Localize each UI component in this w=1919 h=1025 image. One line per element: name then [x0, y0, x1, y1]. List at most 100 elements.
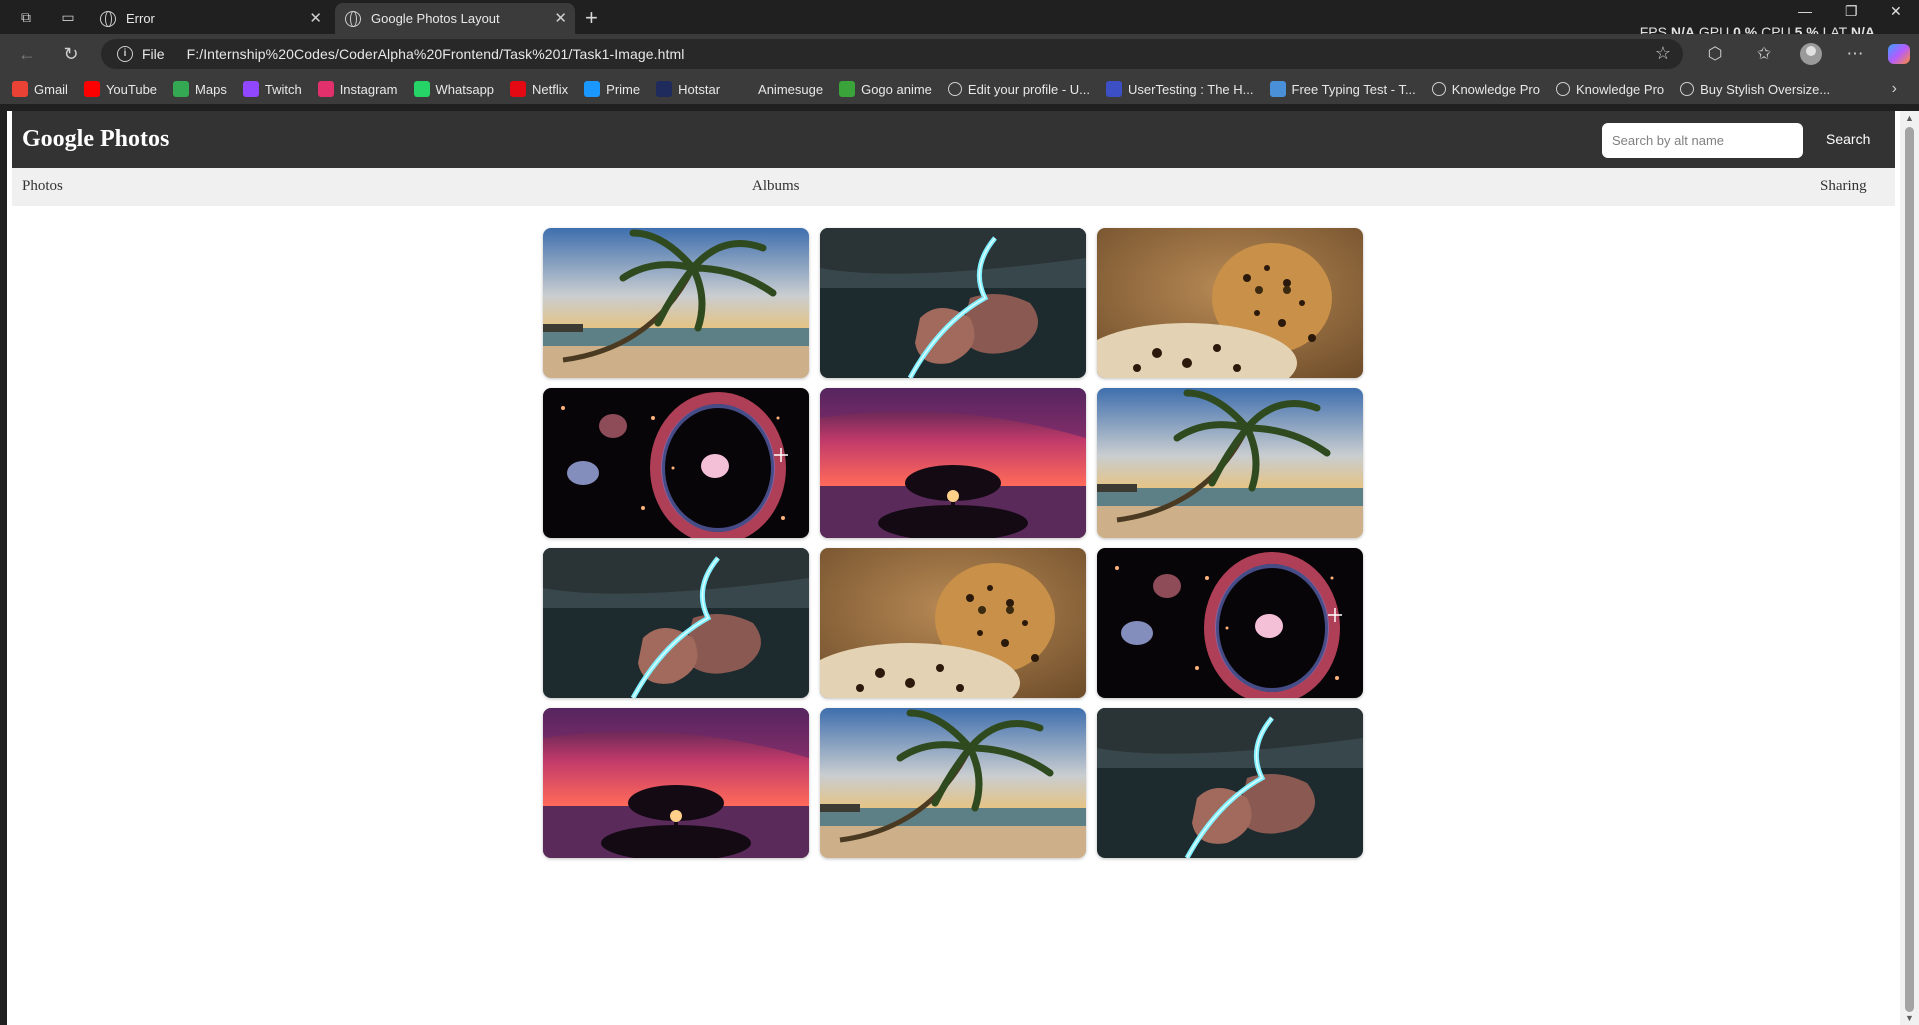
- favorites-icon[interactable]: ✩: [1752, 42, 1776, 66]
- tab-title: Google Photos Layout: [371, 11, 500, 26]
- photo-sunset-tree[interactable]: [543, 708, 809, 858]
- bookmark-label: UserTesting : The H...: [1128, 81, 1254, 97]
- nav-albums[interactable]: Albums: [752, 178, 800, 195]
- window-close-icon[interactable]: ✕: [1890, 3, 1902, 20]
- photo-galaxy[interactable]: [543, 388, 809, 538]
- twitch-icon: [242, 81, 259, 97]
- back-arrow-icon[interactable]: ←: [14, 42, 40, 66]
- browser-toolbar: ← ↻ i File F:/Internship%20Codes/CoderAl…: [0, 34, 1919, 74]
- bookmark-label: Whatsapp: [435, 81, 495, 97]
- globe-icon: [947, 82, 962, 96]
- bookmark-label: Knowledge Pro: [1575, 81, 1665, 97]
- url-text[interactable]: F:/Internship%20Codes/CoderAlpha%20Front…: [187, 46, 685, 62]
- instagram-icon: [317, 81, 334, 97]
- site-nav: Photos Albums Sharing: [12, 168, 1895, 206]
- bookmark-item[interactable]: Hotstar: [656, 78, 720, 100]
- bookmark-item[interactable]: Knowledge Pro: [1431, 78, 1540, 100]
- usertesting-icon: [1106, 81, 1123, 97]
- bookmark-item[interactable]: Free Typing Test - T...: [1269, 78, 1416, 100]
- bookmark-item[interactable]: Gmail: [12, 78, 68, 100]
- search-input[interactable]: [1602, 123, 1803, 158]
- globe-icon: [1431, 82, 1446, 96]
- prime-icon: [584, 81, 601, 97]
- bookmark-item[interactable]: Whatsapp: [413, 78, 495, 100]
- photo-leopard[interactable]: [820, 548, 1086, 698]
- bookmark-label: Gmail: [34, 81, 68, 97]
- address-bar[interactable]: i File F:/Internship%20Codes/CoderAlpha%…: [101, 39, 1683, 69]
- bookmark-item[interactable]: Maps: [173, 78, 227, 100]
- gmail-icon: [12, 81, 28, 97]
- bookmark-item[interactable]: Buy Stylish Oversize...: [1680, 78, 1830, 100]
- animesuge-icon: [736, 81, 753, 97]
- bookmark-item[interactable]: Twitch: [242, 78, 302, 100]
- scroll-up-icon[interactable]: ▲: [1905, 113, 1914, 123]
- maps-icon: [173, 81, 190, 97]
- extensions-icon[interactable]: ⬡: [1703, 42, 1727, 66]
- tab-google-photos-layout[interactable]: Google Photos Layout ✕: [335, 3, 575, 34]
- page-title: Google Photos: [22, 126, 170, 152]
- photo-grid: [543, 228, 1363, 858]
- browser-tab-strip: ⧉ ▭ Error ✕ Google Photos Layout ✕ + FPS…: [0, 0, 1919, 40]
- url-scheme: File: [142, 46, 165, 62]
- profile-avatar[interactable]: [1800, 43, 1822, 65]
- bookmark-item[interactable]: Netflix: [510, 78, 568, 100]
- globe-icon: [100, 10, 116, 27]
- photo-glowing-river[interactable]: [820, 228, 1086, 378]
- tab-actions-icon[interactable]: ▭: [58, 7, 78, 27]
- bookmark-label: Hotstar: [678, 81, 721, 97]
- bookmark-label: Knowledge Pro: [1451, 81, 1540, 97]
- typing-icon: [1269, 81, 1286, 97]
- photo-glowing-river[interactable]: [543, 548, 809, 698]
- photo-sunset-tree[interactable]: [820, 388, 1086, 538]
- photo-palm-beach[interactable]: [543, 228, 809, 378]
- favorite-star-icon[interactable]: ☆: [1655, 43, 1671, 64]
- photo-galaxy[interactable]: [1097, 548, 1363, 698]
- bookmark-item[interactable]: Knowledge Pro: [1555, 78, 1665, 100]
- globe-icon: [1680, 82, 1695, 96]
- bookmark-label: Edit your profile - U...: [967, 81, 1091, 97]
- workspaces-icon[interactable]: ⧉: [16, 7, 36, 27]
- bookmark-item[interactable]: UserTesting : The H...: [1106, 78, 1254, 100]
- reload-icon[interactable]: ↻: [58, 42, 84, 66]
- new-tab-icon[interactable]: +: [585, 5, 598, 31]
- web-page: Google Photos Search Photos Albums Shari…: [7, 111, 1900, 1025]
- bookmark-item[interactable]: Gogo anime: [839, 78, 932, 100]
- photo-palm-beach[interactable]: [1097, 388, 1363, 538]
- netflix-icon: [510, 81, 527, 97]
- bookmark-label: Instagram: [339, 81, 398, 97]
- hotstar-icon: [656, 81, 673, 97]
- bookmark-item[interactable]: Prime: [584, 78, 640, 100]
- minimize-icon[interactable]: —: [1798, 3, 1812, 19]
- close-icon[interactable]: ✕: [309, 9, 322, 27]
- bookmark-label: Twitch: [264, 81, 302, 97]
- gogoanime-icon: [839, 81, 856, 97]
- youtube-icon: [83, 81, 100, 97]
- nav-photos[interactable]: Photos: [22, 178, 63, 195]
- bookmark-item[interactable]: Animesuge: [736, 78, 823, 100]
- bookmark-label: Maps: [195, 81, 227, 97]
- photo-glowing-river[interactable]: [1097, 708, 1363, 858]
- tab-title: Error: [126, 11, 155, 26]
- bookmark-item[interactable]: Instagram: [317, 78, 398, 100]
- bookmark-label: Gogo anime: [861, 81, 932, 97]
- bookmarks-bar: Gmail YouTube Maps Twitch Instagram Whatsapp N…: [0, 74, 1919, 104]
- tab-error[interactable]: Error ✕: [90, 3, 330, 34]
- info-icon[interactable]: i: [117, 46, 133, 62]
- more-menu-icon[interactable]: ⋯: [1843, 42, 1867, 66]
- photo-palm-beach[interactable]: [820, 708, 1086, 858]
- nav-sharing[interactable]: Sharing: [1820, 178, 1867, 195]
- bookmark-item[interactable]: YouTube: [83, 78, 158, 100]
- bookmark-label: Animesuge: [758, 81, 824, 97]
- bookmark-label: Netflix: [532, 81, 569, 97]
- close-icon[interactable]: ✕: [554, 9, 567, 27]
- search-button[interactable]: Search: [1820, 130, 1876, 148]
- scroll-down-icon[interactable]: ▼: [1905, 1013, 1914, 1023]
- copilot-icon[interactable]: [1888, 44, 1910, 64]
- bookmark-item[interactable]: Edit your profile - U...: [947, 78, 1091, 100]
- restore-icon[interactable]: ❐: [1845, 3, 1858, 20]
- scroll-thumb[interactable]: [1905, 127, 1914, 1012]
- bookmark-label: YouTube: [105, 81, 158, 97]
- chevron-right-icon[interactable]: ›: [1892, 80, 1897, 98]
- photo-leopard[interactable]: [1097, 228, 1363, 378]
- scrollbar[interactable]: ▲ ▼: [1900, 111, 1919, 1025]
